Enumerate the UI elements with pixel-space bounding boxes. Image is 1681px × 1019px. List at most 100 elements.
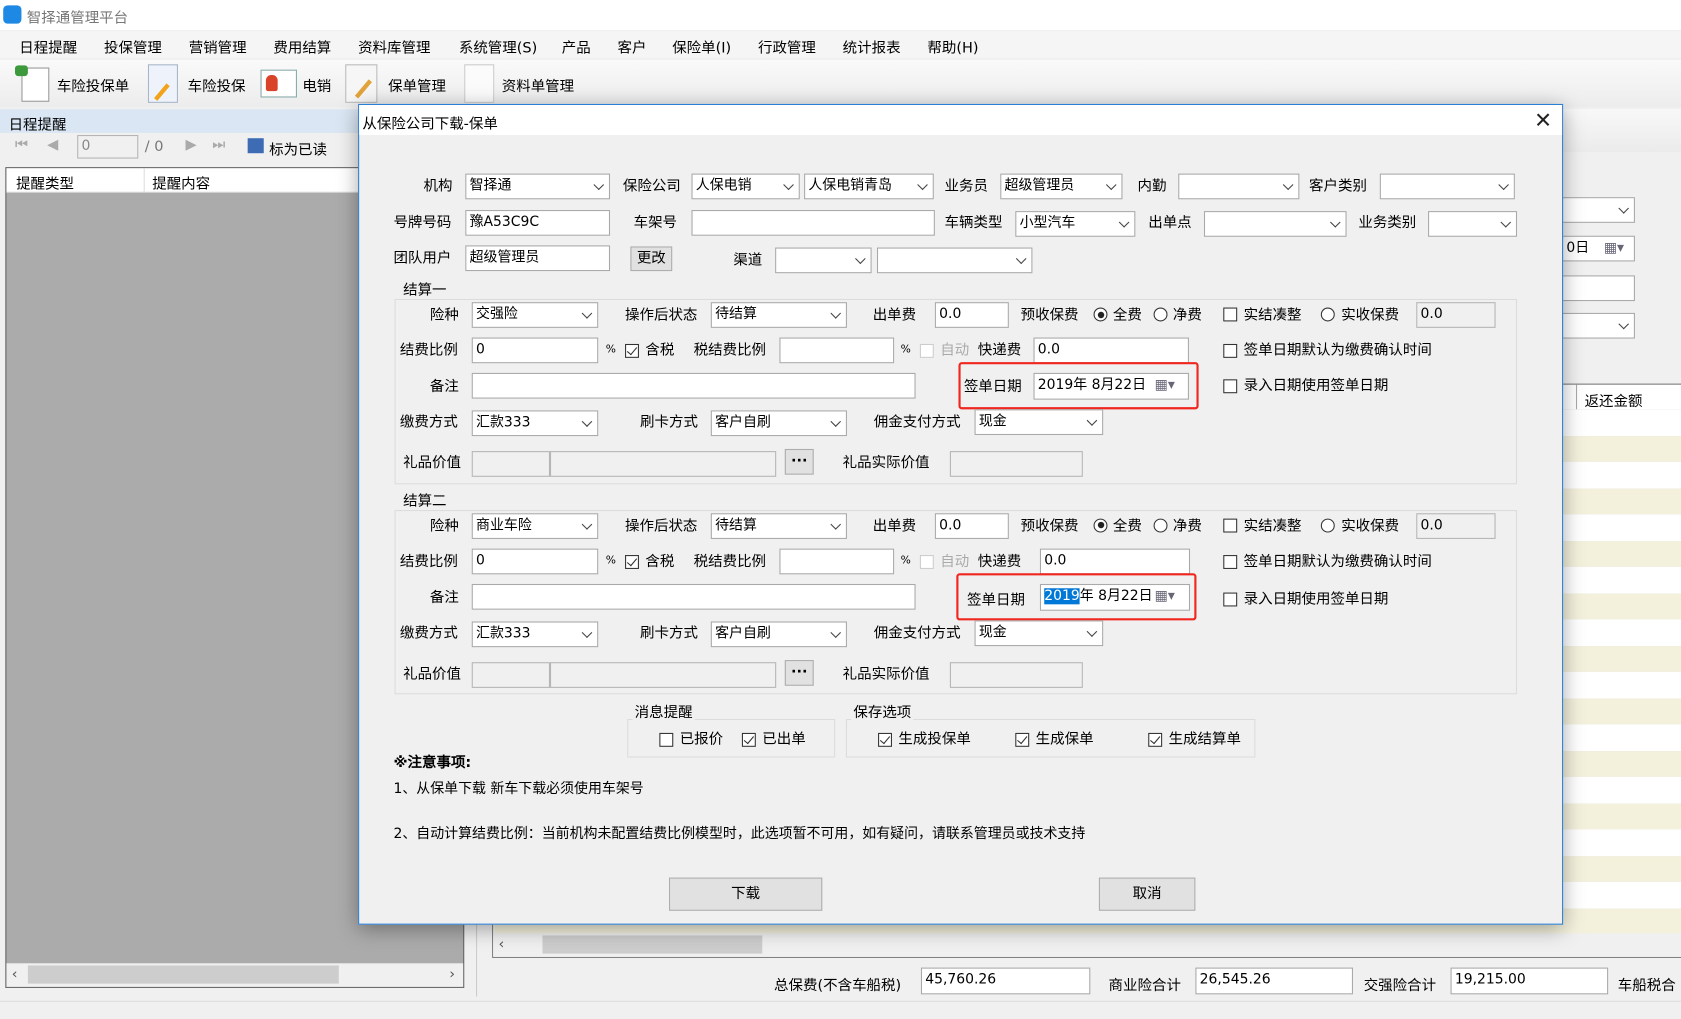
settlement-1-full-radio[interactable] xyxy=(1093,307,1108,322)
settlement-2-gift-browse-button[interactable]: ··· xyxy=(784,659,814,686)
settlement-1-express-label: 快递费 xyxy=(977,341,1022,359)
settlement-2-remark-input[interactable] xyxy=(471,583,916,610)
gen-settlement-checkbox[interactable] xyxy=(1148,732,1163,747)
settlement-2-status-combo[interactable]: 待结算 xyxy=(710,512,847,539)
settlement-1-actual-premium-input[interactable]: 0.0 xyxy=(1416,302,1496,328)
settlement-1-issue-fee-input[interactable]: 0.0 xyxy=(934,302,1009,328)
vehicle-type-combo[interactable]: 小型汽车 xyxy=(1015,211,1136,237)
settlement-2-status-combo-value: 待结算 xyxy=(715,516,757,534)
vin-input[interactable] xyxy=(691,210,935,236)
settlement-2-card-method-label: 刷卡方式 xyxy=(640,624,698,642)
settlement-2-actual-premium-input[interactable]: 0.0 xyxy=(1416,512,1496,539)
change-button[interactable]: 更改 xyxy=(630,246,673,272)
settlement-2-express-input[interactable]: 0.0 xyxy=(1039,548,1191,574)
settlement-2-issue-fee-input[interactable]: 0.0 xyxy=(934,512,1009,539)
notes-title: ※注意事项: xyxy=(393,754,472,772)
insurer-branch-combo[interactable]: 人保电销青岛 xyxy=(804,173,934,200)
settlement-2-net-radio[interactable] xyxy=(1153,518,1168,532)
settlement-2-round-off-checkbox[interactable] xyxy=(1223,518,1238,532)
salesman-label: 业务员 xyxy=(944,177,988,196)
settlement-1-round-off-checkbox[interactable] xyxy=(1223,307,1238,322)
settlement-2-pay-method-label: 缴费方式 xyxy=(399,624,458,642)
plate-input[interactable]: 豫A53C9C xyxy=(465,210,611,236)
team-user-label: 团队用户 xyxy=(393,249,452,267)
insurer-label: 保险公司 xyxy=(622,177,681,196)
org-label: 机构 xyxy=(423,177,453,196)
settlement-1-auto-label: 自动 xyxy=(940,341,970,359)
salesman-combo[interactable]: 超级管理员 xyxy=(1000,173,1123,200)
settlement-1-commission-combo[interactable]: 现金 xyxy=(974,409,1104,436)
customer-type-label: 客户类别 xyxy=(1309,177,1367,196)
settlement-2-commission-combo[interactable]: 现金 xyxy=(974,619,1104,646)
settlement-1-actual-premium-label: 实收保费 xyxy=(1341,306,1400,324)
settlement-1-net-radio[interactable] xyxy=(1153,307,1168,322)
settlement-2-entry-sign-date-checkbox[interactable] xyxy=(1223,592,1238,606)
chevron-down-icon xyxy=(1015,253,1027,265)
settlement-1-auto-checkbox[interactable] xyxy=(919,343,934,358)
settlement-1-fee-ratio-input[interactable]: 0 xyxy=(471,337,599,364)
settlement-2-gift-input-1[interactable] xyxy=(471,661,550,688)
settlement-1-status-label: 操作后状态 xyxy=(625,306,698,324)
save-group-title: 保存选项 xyxy=(851,703,914,722)
gen-policy-checkbox[interactable] xyxy=(1015,732,1030,747)
settlement-2-gift-input-2[interactable] xyxy=(549,661,777,688)
settlement-1-gift-input-2[interactable] xyxy=(549,451,777,477)
settlement-1-pay-method-combo-value: 汇款333 xyxy=(476,414,531,431)
note-1: 1、从保单下载 新车下载必须使用车架号 xyxy=(393,781,644,798)
issued-checkbox[interactable] xyxy=(741,732,756,747)
settlement-2-card-method-combo[interactable]: 客户自刷 xyxy=(710,620,847,647)
calendar-dropdown-icon[interactable]: ▦▾ xyxy=(1155,374,1175,398)
settlement-2-gift-actual-label: 礼品实际价值 xyxy=(842,664,930,683)
settlement-1-gift-input-1[interactable] xyxy=(471,451,550,477)
team-user-input[interactable]: 超级管理员 xyxy=(465,245,611,272)
internal-combo[interactable] xyxy=(1178,173,1300,200)
chevron-down-icon xyxy=(593,179,605,191)
settlement-2-default-pay-confirm-checkbox[interactable] xyxy=(1223,554,1238,569)
settlement-2-sign-date-picker[interactable]: 2019年 8月22日 ▦▾ xyxy=(1039,583,1191,611)
cancel-button[interactable]: 取消 xyxy=(1098,877,1196,911)
chevron-down-icon xyxy=(783,179,794,191)
chevron-down-icon xyxy=(830,308,842,319)
channel-combo[interactable] xyxy=(775,247,872,274)
chevron-down-icon xyxy=(581,518,593,530)
settlement-2-tax-included-checkbox[interactable] xyxy=(625,554,639,569)
settlement-1-actual-premium-radio[interactable] xyxy=(1320,307,1335,322)
settlement-1-tax-ratio-input[interactable] xyxy=(779,337,895,364)
settlement-1-card-method-combo[interactable]: 客户自刷 xyxy=(710,410,847,437)
chevron-down-icon xyxy=(830,416,842,427)
settlement-2-pay-method-combo[interactable]: 汇款333 xyxy=(471,620,599,647)
settlement-2-tax-ratio-input[interactable] xyxy=(779,548,895,574)
customer-type-combo[interactable] xyxy=(1379,173,1515,200)
settlement-2-type-combo[interactable]: 商业车险 xyxy=(471,512,599,539)
settlement-1-gift-browse-button[interactable]: ··· xyxy=(784,448,814,475)
org-combo[interactable]: 智择通 xyxy=(465,173,611,200)
settlement-1-status-combo-value: 待结算 xyxy=(715,306,757,323)
settlement-2-fee-ratio-input[interactable]: 0 xyxy=(471,548,599,574)
settlement-1-express-input[interactable]: 0.0 xyxy=(1033,337,1189,364)
settlement-1-gift-actual-input[interactable] xyxy=(949,451,1083,477)
quoted-checkbox[interactable] xyxy=(659,732,674,747)
chevron-down-icon xyxy=(581,626,593,638)
insurer-combo[interactable]: 人保电销 xyxy=(691,173,800,200)
settlement-1-default-pay-confirm-checkbox[interactable] xyxy=(1223,343,1238,358)
settlement-2-gift-actual-input[interactable] xyxy=(949,661,1083,688)
calendar-dropdown-icon[interactable]: ▦▾ xyxy=(1155,585,1175,609)
settlement-1-entry-sign-date-checkbox[interactable] xyxy=(1223,379,1238,394)
settlement-1-sign-date-picker[interactable]: 2019年 8月22日 ▦▾ xyxy=(1033,372,1189,400)
settlement-2-full-radio[interactable] xyxy=(1093,518,1108,532)
gen-proposal-checkbox[interactable] xyxy=(878,732,892,747)
settlement-1-remark-input[interactable] xyxy=(471,372,916,399)
settlement-1-status-combo[interactable]: 待结算 xyxy=(710,302,847,328)
biz-type-combo[interactable] xyxy=(1428,211,1518,237)
chevron-down-icon xyxy=(855,253,866,265)
chevron-down-icon xyxy=(830,518,842,530)
settlement-1-tax-included-checkbox[interactable] xyxy=(625,343,639,358)
settlement-2-actual-premium-radio[interactable] xyxy=(1320,518,1335,532)
channel-sub-combo[interactable] xyxy=(876,247,1033,274)
download-button[interactable]: 下载 xyxy=(668,877,823,911)
settlement-1-pay-method-combo[interactable]: 汇款333 xyxy=(471,410,599,437)
settlement-2-auto-checkbox[interactable] xyxy=(919,554,934,569)
settlement-1-remark-label: 备注 xyxy=(429,378,459,396)
settlement-1-type-combo[interactable]: 交强险 xyxy=(471,302,599,328)
issue-point-combo[interactable] xyxy=(1203,211,1347,237)
